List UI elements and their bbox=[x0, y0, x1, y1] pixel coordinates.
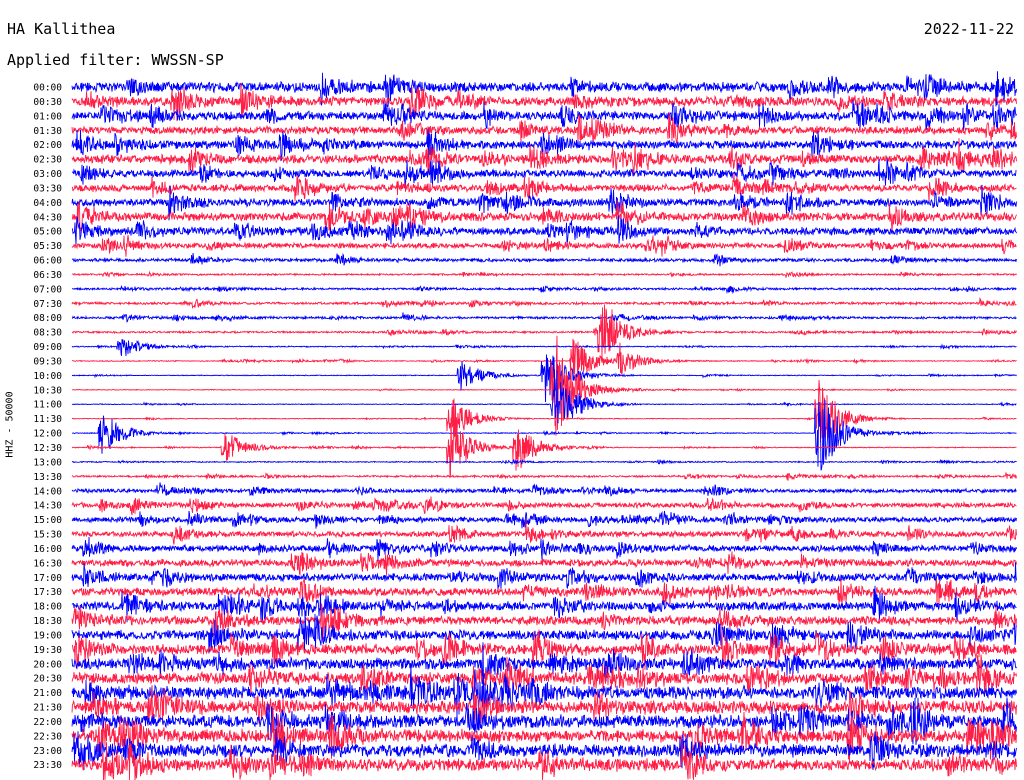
trace-line-0330 bbox=[71, 172, 1017, 204]
time-label-1000: 10:00 bbox=[33, 371, 62, 382]
trace-line-1600 bbox=[71, 536, 1017, 562]
time-label-0430: 04:30 bbox=[33, 212, 62, 223]
time-label-1830: 18:30 bbox=[33, 616, 62, 627]
trace-line-1630 bbox=[71, 551, 1017, 576]
time-label-1600: 16:00 bbox=[33, 544, 62, 555]
trace-line-1430 bbox=[71, 496, 1017, 516]
trace-line-1500 bbox=[71, 510, 1017, 529]
time-label-0530: 05:30 bbox=[33, 241, 62, 252]
time-label-2200: 22:00 bbox=[33, 717, 62, 728]
time-label-0330: 03:30 bbox=[33, 183, 62, 194]
time-label-0200: 02:00 bbox=[33, 140, 62, 151]
time-label-0030: 00:30 bbox=[33, 97, 62, 108]
time-label-0630: 06:30 bbox=[33, 270, 62, 281]
time-label-0500: 05:00 bbox=[33, 227, 62, 238]
time-label-1630: 16:30 bbox=[33, 558, 62, 569]
time-label-0130: 01:30 bbox=[33, 126, 62, 137]
trace-line-0630 bbox=[71, 270, 1017, 278]
trace-line-0900 bbox=[71, 339, 1017, 356]
time-label-0900: 09:00 bbox=[33, 342, 62, 353]
time-label-0600: 06:00 bbox=[33, 256, 62, 267]
time-label-1800: 18:00 bbox=[33, 602, 62, 613]
time-label-0830: 08:30 bbox=[33, 328, 62, 339]
trace-line-0530 bbox=[71, 235, 1017, 257]
time-label-1530: 15:30 bbox=[33, 530, 62, 541]
time-label-1230: 12:30 bbox=[33, 443, 62, 454]
time-label-1700: 17:00 bbox=[33, 573, 62, 584]
trace-line-1200 bbox=[72, 399, 1017, 471]
trace-line-1530 bbox=[71, 519, 1017, 545]
time-label-1130: 11:30 bbox=[33, 414, 62, 425]
trace-line-0700 bbox=[72, 284, 1017, 295]
time-label-0300: 03:00 bbox=[33, 169, 62, 180]
date-label: 2022-11-22 bbox=[923, 20, 1014, 38]
trace-line-0300 bbox=[71, 158, 1017, 189]
seismogram-traces bbox=[71, 71, 1017, 780]
trace-line-1030 bbox=[71, 335, 1017, 436]
trace-line-1100 bbox=[71, 369, 1017, 424]
time-label-2130: 21:30 bbox=[33, 703, 62, 714]
trace-line-1330 bbox=[71, 471, 1017, 481]
time-label-2030: 20:30 bbox=[33, 674, 62, 685]
time-label-1900: 19:00 bbox=[33, 631, 62, 642]
time-label-0800: 08:00 bbox=[33, 313, 62, 324]
time-label-2000: 20:00 bbox=[33, 659, 62, 670]
time-label-0400: 04:00 bbox=[33, 198, 62, 209]
time-label-1100: 11:00 bbox=[33, 400, 62, 411]
time-label-1030: 10:30 bbox=[33, 385, 62, 396]
trace-line-1300 bbox=[71, 458, 1017, 466]
station-title: HA Kallithea bbox=[7, 20, 116, 38]
time-label-0930: 09:30 bbox=[33, 357, 62, 368]
time-label-1200: 12:00 bbox=[33, 429, 62, 440]
filter-label: Applied filter: WWSSN-SP bbox=[7, 51, 224, 69]
time-label-0230: 02:30 bbox=[33, 155, 62, 166]
time-label-1430: 14:30 bbox=[33, 501, 62, 512]
time-label-0730: 07:30 bbox=[33, 299, 62, 310]
time-axis-labels: 00:00 00:30 01:00 01:30 02:00 02:30 03:00 03:30… bbox=[33, 83, 62, 772]
trace-line-0600 bbox=[71, 252, 1017, 267]
time-label-2100: 21:00 bbox=[33, 688, 62, 699]
time-label-1730: 17:30 bbox=[33, 587, 62, 598]
trace-line-0730 bbox=[71, 297, 1017, 310]
time-label-1300: 13:00 bbox=[33, 457, 62, 468]
trace-line-1400 bbox=[71, 482, 1017, 497]
time-label-1400: 14:00 bbox=[33, 486, 62, 497]
time-label-2300: 23:00 bbox=[33, 746, 62, 757]
time-label-1930: 19:30 bbox=[33, 645, 62, 656]
time-label-2330: 23:30 bbox=[33, 760, 62, 771]
seismogram-plot: 00:00 00:30 01:00 01:30 02:00 02:30 03:00 03:30… bbox=[33, 71, 1017, 780]
time-label-1330: 13:30 bbox=[33, 472, 62, 483]
time-label-1500: 15:00 bbox=[33, 515, 62, 526]
time-label-0000: 00:00 bbox=[33, 83, 62, 94]
time-label-0700: 07:00 bbox=[33, 284, 62, 295]
trace-line-0830 bbox=[71, 304, 1017, 360]
trace-line-0800 bbox=[71, 312, 1017, 323]
trace-line-1230 bbox=[71, 417, 1017, 478]
trace-line-1700 bbox=[71, 562, 1017, 590]
time-label-2230: 22:30 bbox=[33, 731, 62, 742]
time-label-0100: 01:00 bbox=[33, 111, 62, 122]
